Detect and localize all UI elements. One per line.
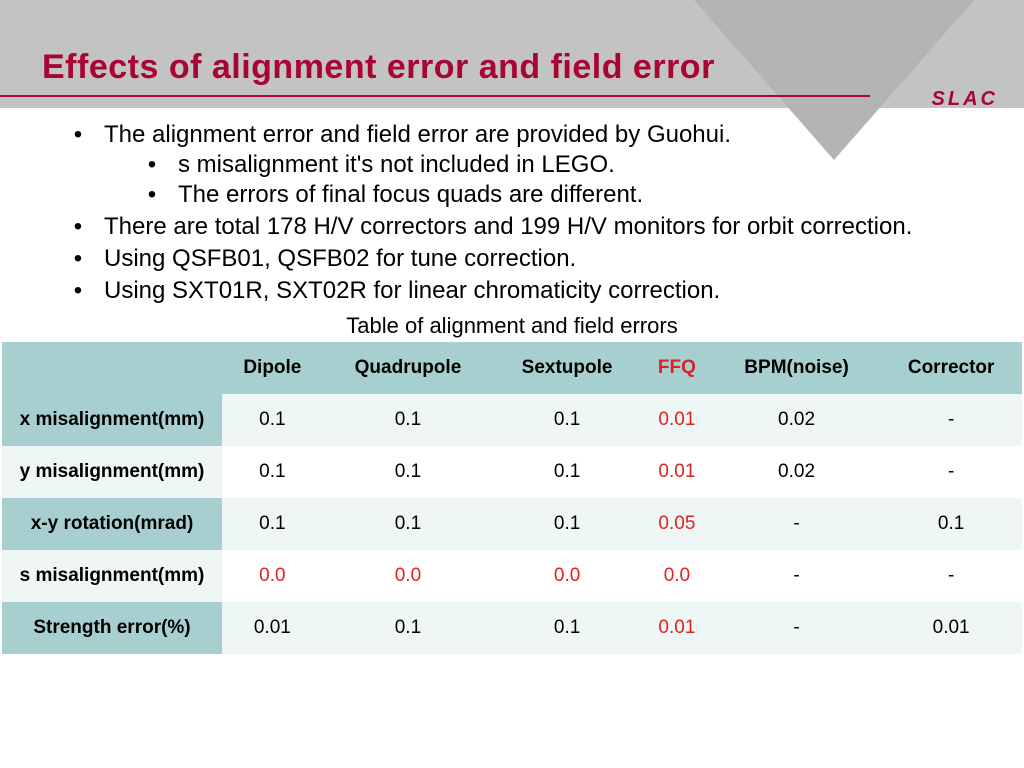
errors-table: Dipole Quadrupole Sextupole FFQ BPM(nois… — [2, 342, 1022, 654]
bullet-list: The alignment error and field error are … — [42, 120, 982, 306]
bullet-item: The alignment error and field error are … — [42, 120, 982, 210]
sub-bullet-item: The errors of final focus quads are diff… — [152, 180, 982, 210]
table-cell: 0.1 — [493, 498, 641, 550]
bullet-item: Using QSFB01, QSFB02 for tune correction… — [42, 244, 982, 274]
table-cell: 0.0 — [222, 550, 323, 602]
col-header: Corrector — [880, 342, 1022, 394]
col-header: Dipole — [222, 342, 323, 394]
table-cell: 0.0 — [323, 550, 494, 602]
bullet-text: There are total 178 H/V correctors and 1… — [104, 213, 912, 240]
table-cell: - — [713, 550, 880, 602]
table-cell: - — [880, 446, 1022, 498]
table-caption: Table of alignment and field errors — [42, 312, 982, 340]
table-cell: 0.1 — [323, 602, 494, 654]
bullet-text: The errors of final focus quads are diff… — [178, 181, 643, 208]
table-row: x-y rotation(mrad)0.10.10.10.05-0.1 — [2, 498, 1022, 550]
table-cell: 0.02 — [713, 446, 880, 498]
table-cell: 0.1 — [222, 498, 323, 550]
row-label: Strength error(%) — [2, 602, 222, 654]
table-cell: 0.1 — [222, 394, 323, 446]
table-cell: 0.0 — [641, 550, 713, 602]
table-cell: 0.1 — [880, 498, 1022, 550]
slac-logo: SLAC — [932, 88, 998, 111]
table-cell: - — [880, 550, 1022, 602]
table-cell: - — [713, 602, 880, 654]
table-row: x misalignment(mm)0.10.10.10.010.02- — [2, 394, 1022, 446]
table-cell: 0.01 — [641, 394, 713, 446]
table-cell: 0.0 — [493, 550, 641, 602]
col-header: BPM(noise) — [713, 342, 880, 394]
table-row: s misalignment(mm)0.00.00.00.0-- — [2, 550, 1022, 602]
table-cell: 0.1 — [323, 498, 494, 550]
table-row: Strength error(%)0.010.10.10.01-0.01 — [2, 602, 1022, 654]
table-cell: 0.02 — [713, 394, 880, 446]
slide-title: Effects of alignment error and field err… — [42, 48, 715, 87]
row-label: y misalignment(mm) — [2, 446, 222, 498]
slide-body: The alignment error and field error are … — [42, 120, 982, 654]
table-cell: 0.1 — [493, 446, 641, 498]
table-cell: 0.01 — [641, 446, 713, 498]
bullet-text: The alignment error and field error are … — [104, 121, 731, 148]
row-label: x misalignment(mm) — [2, 394, 222, 446]
col-header: Quadrupole — [323, 342, 494, 394]
bullet-text: Using SXT01R, SXT02R for linear chromati… — [104, 277, 720, 304]
table-cell: 0.01 — [222, 602, 323, 654]
title-underline — [0, 95, 870, 97]
table-cell: 0.1 — [323, 446, 494, 498]
bullet-item: There are total 178 H/V correctors and 1… — [42, 212, 982, 242]
bullet-text: Using QSFB01, QSFB02 for tune correction… — [104, 245, 576, 272]
table-cell: 0.01 — [641, 602, 713, 654]
table-cell: 0.1 — [493, 602, 641, 654]
table-cell: - — [880, 394, 1022, 446]
table-cell: 0.1 — [493, 394, 641, 446]
table-cell: 0.01 — [880, 602, 1022, 654]
table-cell: 0.1 — [323, 394, 494, 446]
bullet-item: Using SXT01R, SXT02R for linear chromati… — [42, 276, 982, 306]
row-label: s misalignment(mm) — [2, 550, 222, 602]
col-header: Sextupole — [493, 342, 641, 394]
table-cell: 0.1 — [222, 446, 323, 498]
row-label: x-y rotation(mrad) — [2, 498, 222, 550]
sub-bullet-list: s misalignment it's not included in LEGO… — [152, 150, 982, 210]
table-header-row: Dipole Quadrupole Sextupole FFQ BPM(nois… — [2, 342, 1022, 394]
table-body: x misalignment(mm)0.10.10.10.010.02-y mi… — [2, 394, 1022, 654]
table-cell: 0.05 — [641, 498, 713, 550]
table-cell: - — [713, 498, 880, 550]
bullet-text: s misalignment it's not included in LEGO… — [178, 151, 615, 178]
table-row: y misalignment(mm)0.10.10.10.010.02- — [2, 446, 1022, 498]
col-header-ffq: FFQ — [641, 342, 713, 394]
sub-bullet-item: s misalignment it's not included in LEGO… — [152, 150, 982, 180]
table-corner-cell — [2, 342, 222, 394]
